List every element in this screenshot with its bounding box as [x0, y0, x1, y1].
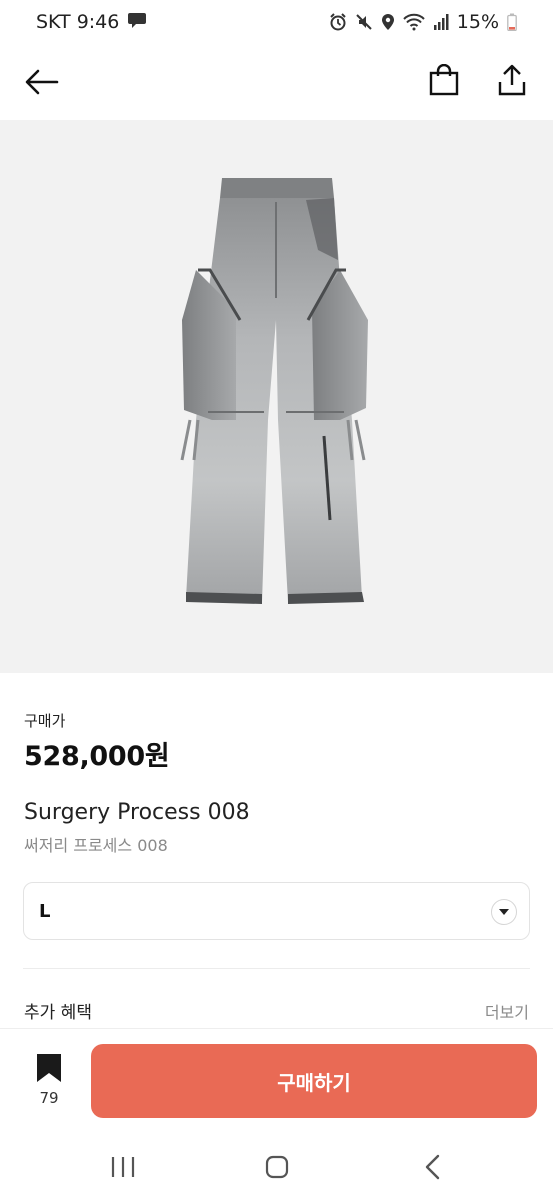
denim-pants-illustration [180, 178, 368, 604]
recent-apps-icon [111, 1157, 135, 1177]
location-icon [381, 13, 395, 31]
bottom-action-bar: 79 구매하기 [0, 1028, 553, 1132]
nav-back-icon [425, 1154, 440, 1180]
dropdown-button[interactable] [491, 899, 517, 925]
size-select[interactable]: L [23, 882, 530, 940]
bookmark-button[interactable]: 79 [28, 1053, 70, 1107]
status-left: SKT 9:46 [36, 11, 147, 34]
home-button[interactable] [264, 1154, 290, 1180]
home-icon [265, 1155, 289, 1179]
buy-button[interactable]: 구매하기 [91, 1044, 537, 1118]
product-name: Surgery Process 008 [24, 800, 250, 825]
status-right: 15% [329, 11, 517, 33]
chevron-down-icon [499, 909, 509, 915]
benefit-label: 추가 혜택 [24, 1003, 92, 1023]
product-image[interactable] [0, 120, 553, 673]
system-nav-bar [0, 1132, 553, 1200]
price-value: 528,000원 [24, 741, 170, 772]
wifi-icon [403, 13, 425, 31]
mute-icon [355, 13, 373, 31]
carrier-time: SKT 9:46 [36, 11, 120, 33]
battery-text: 15% [456, 11, 499, 33]
nav-back-button[interactable] [420, 1152, 446, 1182]
size-value: L [39, 900, 51, 922]
signal-icon [433, 13, 449, 31]
shopping-bag-icon [429, 64, 459, 96]
status-bar: SKT 9:46 15% [0, 0, 553, 44]
more-link[interactable]: 더보기 [485, 999, 529, 1023]
recent-apps-button[interactable] [108, 1154, 138, 1180]
alarm-icon [329, 13, 347, 31]
divider [23, 968, 530, 969]
product-subname: 써저리 프로세스 008 [24, 836, 168, 855]
price-label: 구매가 [24, 712, 66, 730]
share-button[interactable] [492, 60, 532, 100]
chat-bubble-icon [127, 11, 147, 34]
shopping-bag-button[interactable] [424, 60, 464, 100]
bookmark-count: 79 [39, 1089, 59, 1107]
back-arrow-icon [25, 69, 59, 95]
battery-icon [507, 13, 517, 31]
app-bar [0, 44, 553, 120]
share-icon [498, 64, 526, 96]
back-button[interactable] [22, 62, 62, 102]
bookmark-icon [37, 1054, 61, 1082]
